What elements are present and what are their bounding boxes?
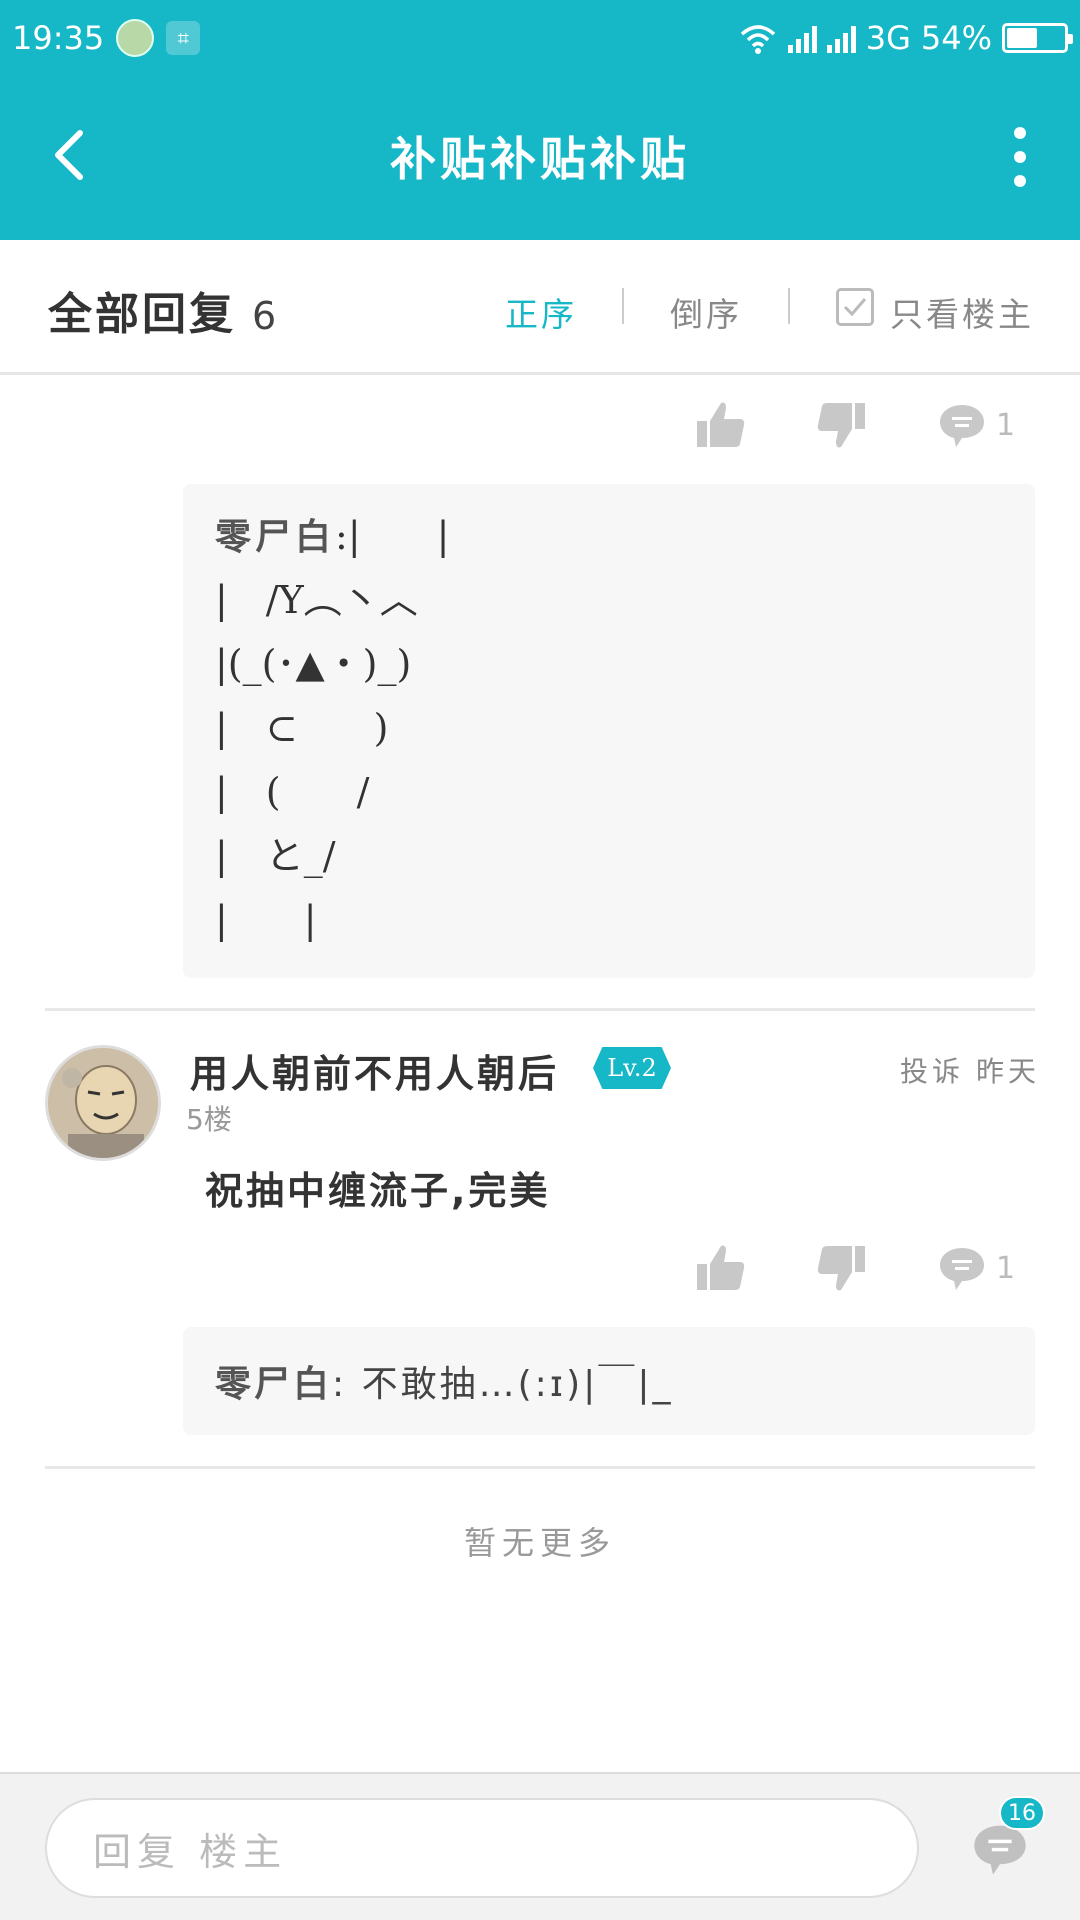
battery-percent: 54% — [920, 18, 992, 57]
floor-number: 5楼 — [186, 1103, 232, 1136]
sub-reply-line: |(_(･▲・)_) — [215, 642, 412, 686]
sort-descending-tab[interactable]: 倒序 — [670, 288, 742, 336]
app-notification-icon — [116, 18, 155, 57]
all-replies-label: 全部回复 — [48, 289, 236, 340]
sub-reply-line: | /Y︵丶︿ — [215, 578, 418, 622]
divider — [45, 1008, 1035, 1011]
sub-reply-box[interactable]: 零尸白 : 不敢抽…(:ɪ)|￣|_ — [183, 1327, 1035, 1435]
divider — [622, 288, 624, 324]
avatar[interactable] — [45, 1045, 161, 1161]
post-actions: 1 — [0, 395, 1080, 465]
wifi-icon — [740, 24, 775, 54]
only-op-checkbox[interactable] — [836, 288, 874, 326]
sub-reply-line: | ( / — [215, 770, 370, 814]
like-icon[interactable] — [695, 1238, 747, 1298]
status-bar: 19:35 ⌗ 3G 54% — [0, 0, 1080, 75]
sub-reply-text: : 不敢抽…(:ɪ)|￣|_ — [332, 1364, 674, 1405]
level-badge: Lv.2 — [593, 1047, 671, 1089]
sub-reply-box[interactable]: 零尸白:| | | /Y︵丶︿ |(_(･▲・)_) | ⊂ ) | ( / |… — [183, 484, 1035, 978]
reply-count: 6 — [252, 294, 280, 338]
post-content[interactable]: 祝抽中缠流子,完美 — [205, 1160, 550, 1215]
only-op-label[interactable]: 只看楼主 — [890, 288, 1034, 336]
reply-input[interactable]: 回复 楼主 — [45, 1798, 919, 1898]
comment-icon[interactable]: 1 — [938, 395, 1015, 455]
page-title: 补贴补贴补贴 — [390, 132, 690, 186]
dislike-icon[interactable] — [815, 395, 867, 455]
comment-count: 1 — [996, 407, 1016, 443]
sort-ascending-tab[interactable]: 正序 — [505, 288, 577, 336]
comment-count: 1 — [996, 1250, 1016, 1286]
divider — [788, 288, 790, 324]
reply-bar: 回复 楼主 16 — [0, 1772, 1080, 1920]
sub-reply-line: | と_/ — [215, 834, 336, 878]
status-time: 19:35 — [12, 18, 105, 57]
battery-icon — [1002, 22, 1073, 53]
sub-reply-text: :| | — [335, 514, 450, 558]
more-vertical-icon[interactable] — [1010, 127, 1030, 187]
like-icon[interactable] — [695, 395, 747, 455]
sub-reply-author[interactable]: 零尸白 — [215, 1355, 332, 1407]
username[interactable]: 用人朝前不用人朝后 — [190, 1043, 559, 1098]
divider — [45, 1466, 1035, 1469]
comment-badge: 16 — [999, 1796, 1045, 1830]
dislike-icon[interactable] — [815, 1238, 867, 1298]
signal-icon — [787, 23, 817, 53]
sub-reply-line: | ⊂ ) — [215, 706, 389, 750]
network-type: 3G — [865, 18, 911, 57]
post-actions: 1 — [0, 1238, 1080, 1308]
signal-icon-2 — [826, 23, 856, 53]
no-more-label: 暂无更多 — [463, 1524, 616, 1562]
sub-reply-line: | | — [215, 898, 317, 942]
post-time: 昨天 — [976, 1055, 1041, 1088]
screenshot-icon: ⌗ — [166, 20, 201, 55]
comment-icon[interactable]: 1 — [938, 1238, 1015, 1298]
report-link[interactable]: 投诉 — [900, 1050, 964, 1090]
all-replies-heading: 全部回复 6 — [48, 278, 279, 342]
sub-reply-author[interactable]: 零尸白 — [215, 517, 335, 558]
app-bar: 补贴补贴补贴 — [0, 75, 1080, 240]
sub-reply-line: 零尸白:| | — [215, 504, 1007, 568]
reply-filter-bar: 全部回复 6 正序 倒序 只看楼主 — [0, 240, 1080, 375]
